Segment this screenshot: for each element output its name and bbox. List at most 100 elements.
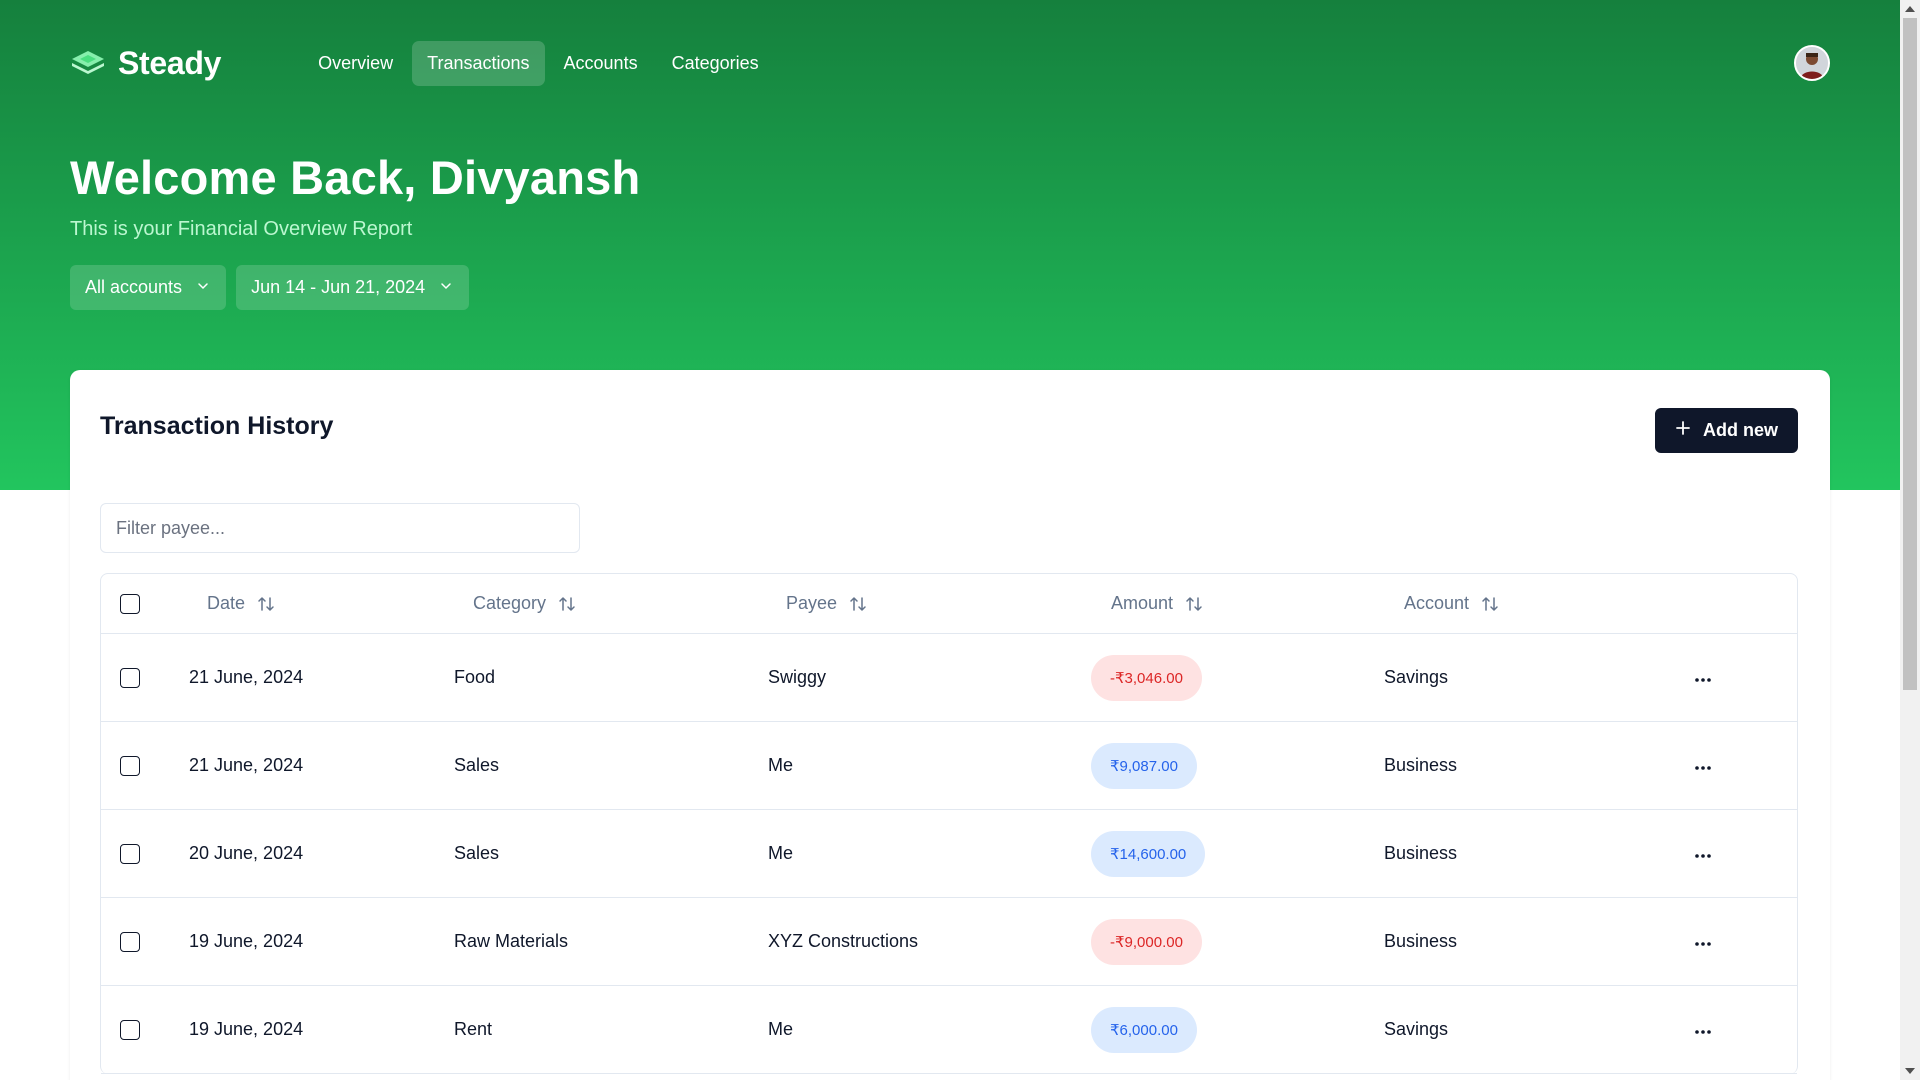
- chevron-down-icon: [196, 277, 210, 298]
- more-horizontal-icon: [1693, 667, 1713, 688]
- sort-arrows-icon: [849, 595, 867, 613]
- amount-badge: -₹9,000.00: [1091, 918, 1202, 965]
- table-row[interactable]: 20 June, 2024 Sales Me ₹14,600.00 Business: [101, 810, 1797, 898]
- account-cell: Business: [1384, 843, 1458, 863]
- row-checkbox[interactable]: [120, 1019, 140, 1040]
- scroll-down-icon[interactable]: [1905, 1068, 1915, 1074]
- sort-arrows-icon: [257, 595, 275, 613]
- amount-badge: ₹14,600.00: [1091, 830, 1206, 877]
- column-header-date[interactable]: Date: [207, 574, 275, 633]
- column-header-label: Date: [207, 593, 246, 613]
- select-all-cell: [120, 574, 140, 633]
- table-row[interactable]: 19 June, 2024 Raw Materials XYZ Constructi…: [101, 898, 1797, 986]
- brand-name: Steady: [118, 44, 222, 81]
- column-header-payee[interactable]: Payee: [786, 574, 867, 633]
- amount-cell: ₹9,087.00: [1091, 722, 1197, 809]
- plus-icon: [1675, 420, 1691, 441]
- more-horizontal-icon: [1693, 1019, 1713, 1040]
- account-cell: Business: [1384, 755, 1458, 775]
- date-cell: 21 June, 2024: [189, 755, 304, 775]
- table-row[interactable]: 19 June, 2024 Rent Me ₹6,000.00 Savings: [101, 986, 1797, 1074]
- brand-logo[interactable]: Steady: [70, 45, 221, 82]
- filter-payee-input[interactable]: [100, 503, 580, 553]
- more-horizontal-icon: [1693, 931, 1713, 952]
- scroll-thumb[interactable]: [1903, 18, 1917, 690]
- column-header-label: Category: [473, 593, 547, 613]
- payee-cell: Me: [768, 755, 794, 775]
- category-cell: Sales: [454, 843, 500, 863]
- payee-cell: XYZ Constructions: [768, 931, 919, 951]
- column-header-label: Payee: [786, 593, 838, 613]
- amount-cell: -₹9,000.00: [1091, 898, 1202, 985]
- date-range-picker[interactable]: Jun 14 - Jun 21, 2024: [236, 265, 470, 310]
- date-range-label: Jun 14 - Jun 21, 2024: [251, 277, 426, 297]
- avatar-image: [1796, 47, 1828, 79]
- date-cell: 19 June, 2024: [189, 1019, 304, 1039]
- category-cell: Food: [454, 667, 496, 687]
- nav-accounts[interactable]: Accounts: [549, 41, 653, 86]
- row-select-cell: [120, 722, 140, 809]
- row-select-cell: [120, 810, 140, 897]
- row-select-cell: [120, 634, 140, 721]
- table-row[interactable]: 21 June, 2024 Sales Me ₹9,087.00 Business: [101, 722, 1797, 810]
- date-cell: 21 June, 2024: [189, 667, 304, 687]
- account-cell: Savings: [1384, 1019, 1449, 1039]
- column-header-label: Amount: [1111, 593, 1174, 613]
- row-checkbox[interactable]: [120, 843, 140, 864]
- row-checkbox[interactable]: [120, 667, 140, 688]
- select-all-checkbox[interactable]: [120, 593, 140, 614]
- payee-cell: Swiggy: [768, 667, 827, 687]
- amount-cell: ₹6,000.00: [1091, 986, 1197, 1073]
- scroll-up-icon[interactable]: [1905, 6, 1915, 12]
- row-actions-button[interactable]: [1693, 898, 1713, 985]
- payee-cell: Me: [768, 1019, 794, 1039]
- row-checkbox[interactable]: [120, 755, 140, 776]
- column-header-category[interactable]: Category: [473, 574, 576, 633]
- table-header-row: Date Category Payee Amount Account: [101, 574, 1797, 634]
- sort-arrows-icon: [558, 595, 576, 613]
- date-cell: 20 June, 2024: [189, 843, 304, 863]
- category-cell: Raw Materials: [454, 931, 569, 951]
- row-actions-button[interactable]: [1693, 634, 1713, 721]
- column-header-account[interactable]: Account: [1404, 574, 1499, 633]
- accounts-select[interactable]: All accounts: [70, 265, 227, 310]
- add-new-button[interactable]: Add new: [1655, 408, 1798, 453]
- account-cell: Business: [1384, 931, 1458, 951]
- chevron-down-icon: [439, 277, 453, 298]
- sort-arrows-icon: [1185, 595, 1203, 613]
- nav-overview[interactable]: Overview: [303, 41, 408, 86]
- column-header-label: Account: [1404, 593, 1470, 613]
- sort-arrows-icon: [1481, 595, 1499, 613]
- nav-transactions[interactable]: Transactions: [412, 40, 545, 86]
- table-row[interactable]: 21 June, 2024 Food Swiggy -₹3,046.00 Savings: [101, 634, 1797, 722]
- user-avatar[interactable]: [1794, 45, 1830, 81]
- nav-categories[interactable]: Categories: [657, 41, 774, 86]
- row-checkbox[interactable]: [120, 931, 140, 952]
- amount-cell: -₹3,046.00: [1091, 634, 1202, 721]
- more-horizontal-icon: [1693, 755, 1713, 776]
- top-navigation: Steady Overview Transactions Accounts Ca…: [70, 40, 774, 86]
- filter-bar: All accounts Jun 14 - Jun 21, 2024: [70, 265, 470, 310]
- welcome-subtitle: This is your Financial Overview Report: [70, 218, 413, 240]
- page-scrollbar[interactable]: [1900, 0, 1920, 1080]
- payee-cell: Me: [768, 843, 794, 863]
- amount-cell: ₹14,600.00: [1091, 810, 1206, 897]
- amount-badge: -₹3,046.00: [1091, 654, 1202, 701]
- table-body: 21 June, 2024 Food Swiggy -₹3,046.00 Savings…: [101, 634, 1797, 1074]
- transactions-table: Date Category Payee Amount Account 21 Ju…: [100, 573, 1798, 1074]
- amount-badge: ₹6,000.00: [1091, 1006, 1197, 1053]
- card-title: Transaction History: [100, 412, 334, 440]
- amount-badge: ₹9,087.00: [1091, 742, 1197, 789]
- column-header-amount[interactable]: Amount: [1111, 574, 1203, 633]
- welcome-heading: Welcome Back, Divyansh: [70, 151, 641, 204]
- row-actions-button[interactable]: [1693, 810, 1713, 897]
- row-select-cell: [120, 898, 140, 985]
- row-actions-button[interactable]: [1693, 722, 1713, 809]
- add-new-label: Add new: [1703, 420, 1778, 440]
- stack-layers-icon: [70, 49, 106, 77]
- category-cell: Sales: [454, 755, 500, 775]
- row-select-cell: [120, 986, 140, 1073]
- accounts-select-label: All accounts: [85, 277, 183, 297]
- account-cell: Savings: [1384, 667, 1449, 687]
- row-actions-button[interactable]: [1693, 986, 1713, 1073]
